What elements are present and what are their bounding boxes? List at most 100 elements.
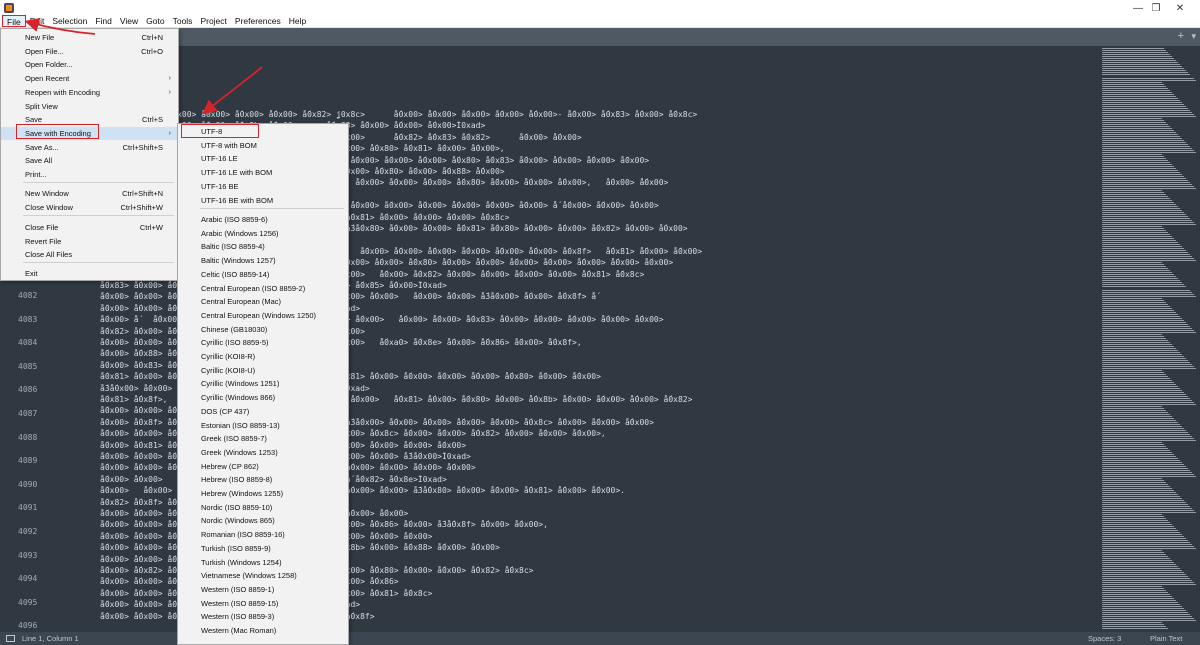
encoding-option-label: Central European (ISO 8859-2) [201, 283, 306, 293]
minimap-line [1102, 206, 1178, 207]
encoding-option[interactable]: Cyrillic (Windows 866) [178, 391, 348, 404]
minimap-line [1102, 410, 1166, 411]
file-menu-item-new-file[interactable]: New File Ctrl+N [1, 31, 178, 44]
line-number: 4096 [18, 621, 38, 631]
encoding-option[interactable]: Arabic (ISO 8859-6) [178, 213, 348, 226]
minimap-line [1102, 174, 1182, 175]
encoding-option[interactable]: Western (ISO 8859-15) [178, 597, 348, 610]
minimap-line [1102, 356, 1184, 357]
encoding-option[interactable]: Nordic (Windows 865) [178, 514, 348, 527]
encoding-option[interactable]: UTF-16 LE with BOM [178, 166, 348, 179]
file-menu-item-new-window[interactable]: New Window Ctrl+Shift+N [1, 187, 178, 200]
encoding-option[interactable]: Greek (Windows 1253) [178, 446, 348, 459]
file-menu-item-open-file[interactable]: Open File... Ctrl+O [1, 45, 178, 58]
minimap-line [1102, 230, 1166, 231]
encoding-option[interactable]: Baltic (ISO 8859-4) [178, 240, 348, 253]
encoding-option[interactable]: Cyrillic (Windows 1251) [178, 377, 348, 390]
close-window-button[interactable]: ✕ [1170, 3, 1190, 14]
encoding-option[interactable]: Turkish (ISO 8859-9) [178, 542, 348, 555]
new-tab-button[interactable]: + [1178, 30, 1184, 42]
minimap-line [1102, 58, 1174, 59]
encoding-option[interactable]: Cyrillic (KOI8-R) [178, 350, 348, 363]
encoding-option-label: Arabic (ISO 8859-6) [201, 215, 268, 224]
encoding-option[interactable]: Hebrew (CP 862) [178, 460, 348, 473]
encoding-option[interactable]: Cyrillic (KOI8-U) [178, 364, 348, 377]
panel-toggle-icon[interactable] [6, 635, 15, 642]
encoding-option[interactable]: Hebrew (Windows 1255) [178, 487, 348, 500]
menu-preferences[interactable]: Preferences [231, 15, 285, 27]
encoding-option-label: Hebrew (Windows 1255) [201, 489, 284, 498]
encoding-option[interactable]: Chinese (GB18030) [178, 323, 348, 336]
menu-file[interactable]: File [2, 15, 26, 27]
encoding-option[interactable]: Arabic (Windows 1256) [178, 227, 348, 240]
line-number: 4084 [18, 338, 38, 348]
encoding-option[interactable]: Central European (ISO 8859-2) [178, 282, 348, 295]
minimap-line [1102, 190, 1162, 191]
menu-help[interactable]: Help [285, 15, 310, 27]
encoding-option[interactable]: Vietnamese (Windows 1258) [178, 569, 348, 582]
file-menu-item-open-folder[interactable]: Open Folder... [1, 58, 178, 71]
encoding-option[interactable]: Celtic (ISO 8859-14) [178, 268, 348, 281]
menu-goto[interactable]: Goto [142, 15, 168, 27]
minimap-line [1102, 78, 1194, 79]
tab-menu-button[interactable]: ▾ [1191, 31, 1196, 42]
minimap-line [1102, 266, 1166, 267]
minimap-line [1102, 610, 1186, 611]
file-menu-item-close-window[interactable]: Close Window Ctrl+Shift+W [1, 201, 178, 214]
file-menu-item-exit[interactable]: Exit [1, 267, 178, 280]
encoding-option[interactable]: Hebrew (ISO 8859-8) [178, 473, 348, 486]
encoding-option[interactable]: Estonian (ISO 8859-13) [178, 419, 348, 432]
encoding-option-label: Central European (Mac) [201, 297, 282, 307]
encoding-option[interactable]: Central European (Windows 1250) [178, 309, 348, 322]
minimap[interactable] [1100, 46, 1200, 632]
encoding-option[interactable]: UTF-16 BE [178, 180, 348, 193]
minimap-line [1102, 298, 1162, 299]
minimap-line [1102, 300, 1164, 301]
syntax-selector[interactable]: Plain Text [1150, 634, 1182, 643]
maximize-button[interactable]: ❐ [1146, 3, 1166, 14]
encoding-option[interactable]: Central European (Mac) [178, 295, 348, 308]
minimap-line [1102, 550, 1162, 551]
menu-view[interactable]: View [116, 15, 142, 27]
minimap-line [1102, 352, 1180, 353]
file-menu-item-close-file[interactable]: Close File Ctrl+W [1, 221, 178, 234]
minimap-line [1102, 424, 1180, 425]
encoding-option[interactable]: UTF-8 with BOM [178, 139, 348, 152]
encoding-option[interactable]: Cyrillic (ISO 8859-5) [178, 336, 348, 349]
minimap-line [1102, 314, 1178, 315]
menu-tools[interactable]: Tools [169, 15, 197, 27]
encoding-option[interactable]: DOS (CP 437) [178, 405, 348, 418]
menu-find[interactable]: Find [91, 15, 116, 27]
menu-project[interactable]: Project [196, 15, 230, 27]
menu-edit[interactable]: Edit [26, 15, 49, 27]
minimap-line [1102, 598, 1174, 599]
file-menu-item-close-all-files[interactable]: Close All Files [1, 248, 178, 261]
encoding-option[interactable]: UTF-16 LE [178, 152, 348, 165]
file-menu-item-revert-file[interactable]: Revert File [1, 235, 178, 248]
file-menu-item-save-as[interactable]: Save As... Ctrl+Shift+S [1, 141, 178, 154]
menu-selection[interactable]: Selection [48, 15, 91, 27]
file-menu-item-reopen-with-encoding[interactable]: Reopen with Encoding › [1, 86, 178, 99]
file-menu-item-split-view[interactable]: Split View [1, 100, 178, 113]
encoding-option[interactable]: Turkish (Windows 1254) [178, 556, 348, 569]
minimap-line [1102, 334, 1162, 335]
menu-item-label: Split View [25, 102, 58, 111]
file-menu-item-save-all[interactable]: Save All [1, 154, 178, 167]
encoding-option[interactable]: UTF-16 BE with BOM [178, 194, 348, 207]
encoding-option-label: Cyrillic (Windows 866) [201, 393, 276, 403]
encoding-option[interactable]: Romanian (ISO 8859-16) [178, 528, 348, 541]
encoding-option[interactable]: Western (ISO 8859-1) [178, 583, 348, 596]
encoding-option[interactable]: Baltic (Windows 1257) [178, 254, 348, 267]
file-menu-item-print[interactable]: Print... [1, 168, 178, 181]
encoding-option[interactable]: Western (Mac Roman) [178, 624, 348, 637]
encoding-option[interactable]: Nordic (ISO 8859-10) [178, 501, 348, 514]
encoding-option[interactable]: Western (ISO 8859-3) [178, 610, 348, 623]
minimap-line [1102, 498, 1182, 499]
minimap-line [1102, 622, 1162, 623]
tab-strip: + ▾ [0, 28, 1200, 46]
encoding-option-label: Western (ISO 8859-3) [201, 612, 275, 622]
file-menu-item-open-recent[interactable]: Open Recent › [1, 72, 178, 85]
minimize-button[interactable]: — [1128, 3, 1148, 14]
indentation-setting[interactable]: Spaces: 3 [1088, 634, 1121, 643]
encoding-option[interactable]: Greek (ISO 8859-7) [178, 432, 348, 445]
